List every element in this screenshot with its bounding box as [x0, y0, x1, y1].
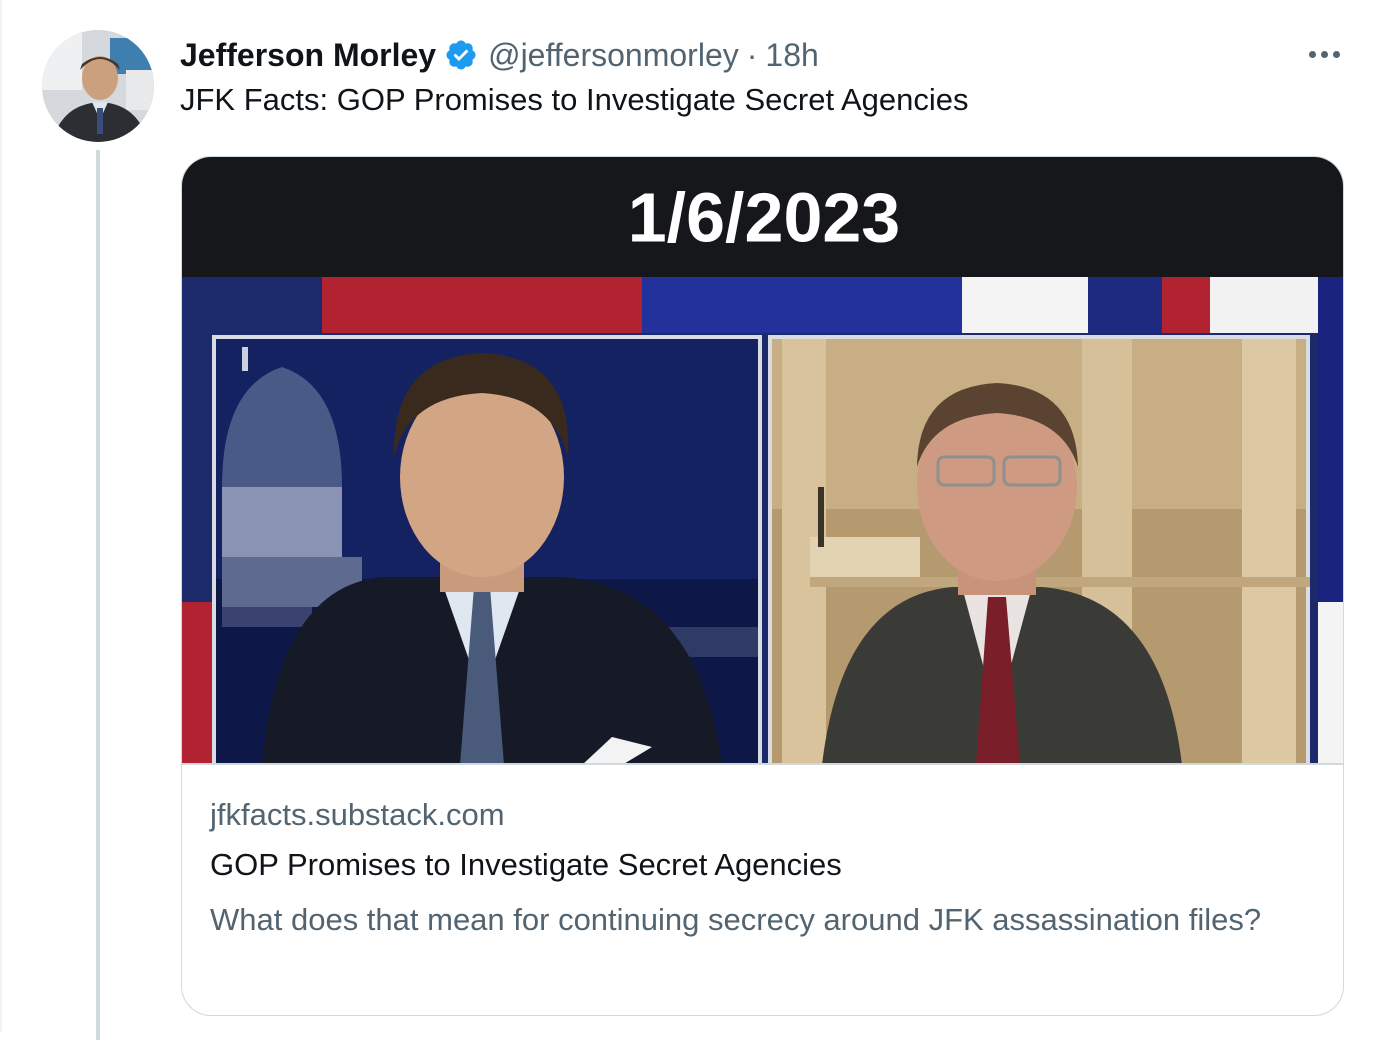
avatar-image — [42, 30, 154, 142]
author-name[interactable]: Jefferson Morley — [180, 37, 436, 74]
thread-line — [96, 150, 100, 1040]
card-domain: jfkfacts.substack.com — [210, 797, 505, 832]
card-title: GOP Promises to Investigate Secret Agenc… — [210, 847, 842, 882]
more-options-icon[interactable] — [1298, 38, 1350, 70]
tweet-text: JFK Facts: GOP Promises to Investigate S… — [180, 82, 969, 117]
card-image: 1/6/2023 — [182, 157, 1343, 765]
separator: · — [746, 36, 758, 73]
timestamp[interactable]: 18h — [765, 37, 818, 74]
more-dot — [1320, 50, 1328, 58]
card-date-banner: 1/6/2023 — [628, 178, 900, 256]
tweet[interactable]: Jefferson Morley @jeffersonmorley · 18h … — [0, 0, 1378, 1040]
card-divider — [182, 763, 1343, 765]
more-dot — [1332, 50, 1340, 58]
card-description: What does that mean for continuing secre… — [210, 902, 1262, 937]
avatar[interactable] — [42, 30, 154, 142]
author-handle[interactable]: @jeffersonmorley — [488, 37, 739, 74]
more-dot — [1308, 50, 1316, 58]
verified-badge-icon — [444, 38, 478, 72]
link-card[interactable]: 1/6/2023 jfkfacts.substack.com GOP Promi… — [181, 156, 1344, 1016]
tweet-header: Jefferson Morley @jeffersonmorley · 18h — [180, 33, 819, 77]
